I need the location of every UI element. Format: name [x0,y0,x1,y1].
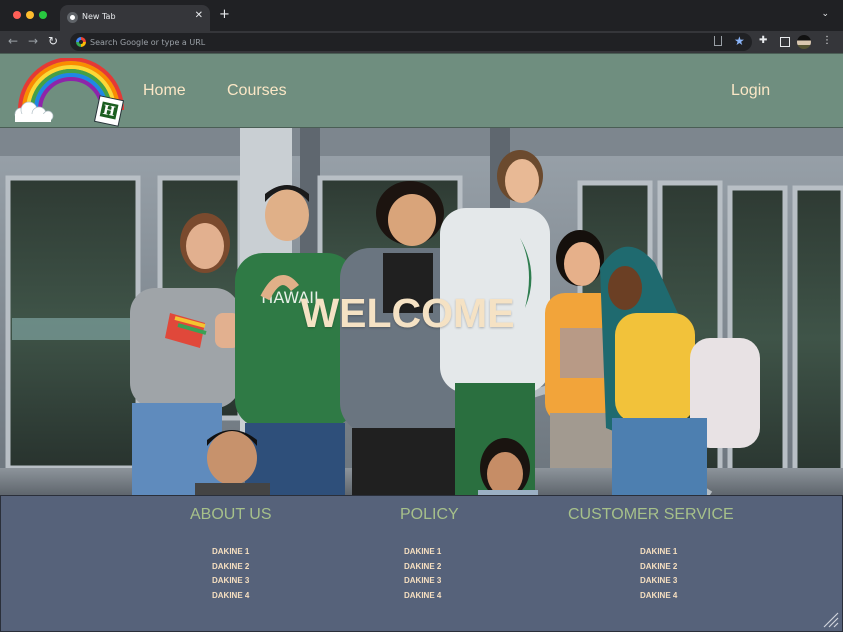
footer-link[interactable]: DAKINE 3 [212,576,249,585]
footer-link[interactable]: DAKINE 3 [404,576,441,585]
new-tab-button[interactable]: + [219,8,230,21]
tab-title: New Tab [82,12,116,21]
maximize-window-button[interactable] [39,11,47,19]
address-bar[interactable]: ★ [70,33,752,51]
browser-toolbar: ← → ↻ ★ ✚ ⋮ [0,31,843,53]
site-footer: ABOUT US DAKINE 1 DAKINE 2 DAKINE 3 DAKI… [0,495,843,632]
footer-link[interactable]: DAKINE 1 [404,547,441,556]
footer-link[interactable]: DAKINE 4 [640,591,677,600]
tab-search-chevron-icon[interactable]: ⌄ [821,9,829,19]
browser-tab-strip: New Tab ✕ + ⌄ [0,0,843,31]
resize-grip-icon[interactable] [819,608,839,628]
nav-courses-link[interactable]: Courses [227,82,287,100]
site-header: H Home Courses Login [0,53,843,128]
hero-section: HAWAII WELCOME [0,128,843,495]
browser-tab-active[interactable]: New Tab ✕ [60,5,210,31]
rainbow-logo-icon[interactable]: H [12,58,128,130]
welcome-headline: WELCOME [300,290,515,336]
profile-avatar[interactable] [797,35,811,49]
address-input[interactable] [90,35,690,49]
footer-heading-policy: POLICY [400,506,459,523]
footer-link[interactable]: DAKINE 3 [640,576,677,585]
footer-link[interactable]: DAKINE 1 [212,547,249,556]
share-icon[interactable] [714,36,722,46]
nav-login-link[interactable]: Login [731,82,770,100]
bookmark-star-icon[interactable]: ★ [734,34,745,48]
extensions-puzzle-icon[interactable]: ✚ [759,34,767,48]
footer-link[interactable]: DAKINE 2 [212,562,249,571]
nav-home-link[interactable]: Home [143,82,186,100]
footer-link[interactable]: DAKINE 2 [404,562,441,571]
tab-close-icon[interactable]: ✕ [195,10,203,21]
footer-link[interactable]: DAKINE 4 [212,591,249,600]
forward-arrow-icon[interactable]: → [28,34,38,48]
side-panel-icon[interactable] [780,37,790,47]
reload-icon[interactable]: ↻ [48,34,58,48]
chrome-favicon-icon [67,12,78,23]
google-icon [76,37,86,47]
footer-link[interactable]: DAKINE 4 [404,591,441,600]
close-window-button[interactable] [13,11,21,19]
footer-link[interactable]: DAKINE 2 [640,562,677,571]
footer-heading-customer-service: CUSTOMER SERVICE [568,506,734,523]
footer-link[interactable]: DAKINE 1 [640,547,677,556]
back-arrow-icon[interactable]: ← [8,34,18,48]
browser-menu-icon[interactable]: ⋮ [822,34,832,48]
footer-heading-about-us: ABOUT US [190,506,272,523]
minimize-window-button[interactable] [26,11,34,19]
